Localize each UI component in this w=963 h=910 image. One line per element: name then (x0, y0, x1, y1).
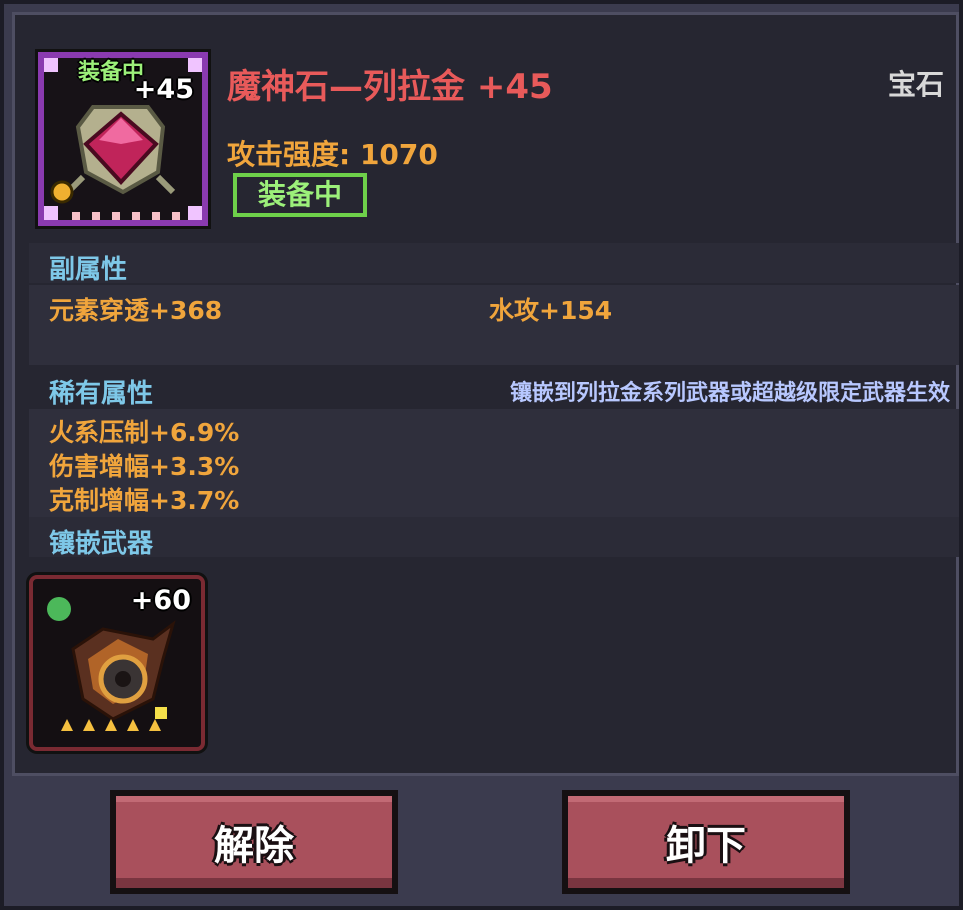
item-name: 魔神石—列拉金 +45 (227, 67, 553, 107)
gem-item-icon: 装备中 +45 (35, 49, 211, 229)
equipped-badge: 装备中 (233, 173, 367, 217)
secondary-stat: 元素穿透+368 (49, 296, 223, 325)
attack-power: 攻击强度: 1070 (227, 138, 438, 171)
rare-stat: 火系压制+6.9% (49, 418, 240, 447)
gem-level-badge: +45 (133, 74, 194, 105)
secondary-header-band (29, 243, 959, 283)
secondary-stat: 水攻+154 (489, 296, 613, 325)
rare-title: 稀有属性 (49, 379, 154, 409)
item-info-panel: 装备中 +45 魔神石—列拉金 +45 宝石 攻击强度: 1070 装备中 副属… (12, 12, 959, 776)
secondary-title: 副属性 (49, 255, 128, 285)
item-detail-dialog: 装备中 +45 魔神石—列拉金 +45 宝石 攻击强度: 1070 装备中 副属… (0, 0, 963, 910)
socket-title: 镶嵌武器 (49, 529, 154, 559)
weapon-level-badge: +60 (130, 585, 191, 616)
item-category: 宝石 (887, 68, 944, 101)
socket-header-band (29, 517, 959, 557)
socketed-weapon-slot[interactable]: +60 (29, 575, 205, 751)
rare-stat: 克制增幅+3.7% (49, 486, 240, 515)
remove-button[interactable]: 解除 (110, 790, 398, 894)
unequip-button[interactable]: 卸下 (562, 790, 850, 894)
rare-stat: 伤害增幅+3.3% (49, 452, 240, 481)
rare-note: 镶嵌到列拉金系列武器或超越级限定武器生效 (509, 381, 950, 406)
